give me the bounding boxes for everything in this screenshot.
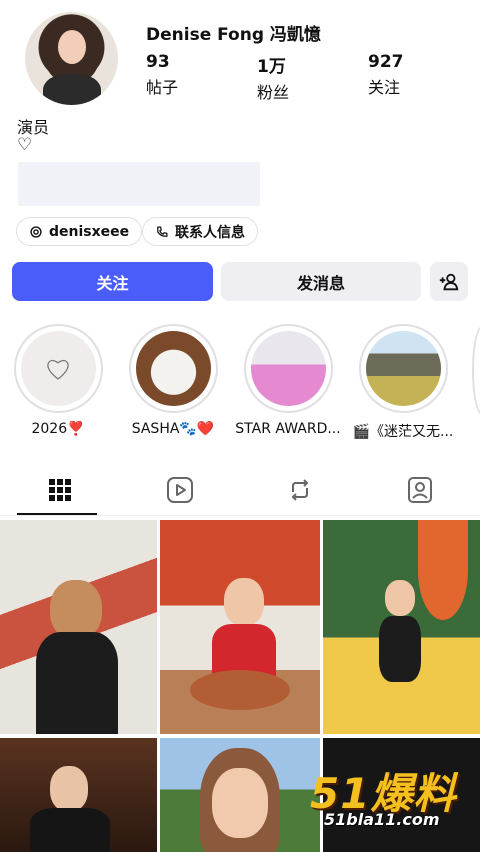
profile-name: Denise Fong 冯凱憶: [146, 25, 321, 45]
heart-outline-icon: [47, 359, 69, 380]
post-thumbnail[interactable]: [323, 520, 480, 734]
contact-info-chip[interactable]: 联系人信息: [142, 217, 258, 246]
follow-button[interactable]: 关注: [12, 262, 213, 301]
watermark-url: 51bla11.com: [324, 810, 440, 829]
contact-info-label: 联系人信息: [175, 224, 245, 241]
post-thumbnail[interactable]: [160, 738, 320, 852]
active-tab-indicator: [17, 513, 97, 515]
highlight-2[interactable]: SASHA🐾❤️: [127, 324, 219, 437]
profile-tabs: [0, 466, 480, 516]
post-thumbnail[interactable]: [160, 520, 320, 734]
highlight-label: SASHA🐾❤️: [131, 421, 215, 437]
highlight-1[interactable]: 2026❣️: [12, 324, 104, 437]
stat-followers-label: 粉丝: [257, 83, 290, 102]
tagged-icon: [408, 477, 432, 503]
tab-reels[interactable]: [120, 466, 240, 514]
post-thumbnail[interactable]: [0, 738, 157, 852]
stat-posts-count: 93: [146, 52, 170, 72]
highlight-label: 🎬《迷茫又无...: [352, 424, 454, 440]
highlight-label: STAR AWARD...: [235, 421, 341, 437]
phone-icon: [157, 225, 168, 237]
stat-following[interactable]: 927 关注: [368, 52, 404, 98]
stat-posts-label: 帖子: [146, 78, 179, 97]
profile-avatar[interactable]: [25, 12, 118, 105]
reposts-icon: [291, 479, 309, 501]
bio-heart: ♡: [17, 135, 33, 155]
threads-username: denisxeee: [49, 223, 130, 240]
stat-followers[interactable]: 1万 粉丝: [257, 52, 289, 103]
post-thumbnail[interactable]: [0, 520, 157, 734]
add-person-button[interactable]: [430, 262, 468, 301]
stat-posts[interactable]: 93 帖子: [146, 52, 178, 98]
highlight-label: 2026❣️: [31, 421, 85, 437]
stat-following-label: 关注: [368, 78, 401, 97]
tab-reposts[interactable]: [240, 466, 360, 514]
highlight-5-partial[interactable]: [472, 326, 480, 415]
grid-icon: [49, 479, 71, 501]
add-person-icon: [439, 273, 459, 290]
threads-link-chip[interactable]: denisxeee: [16, 217, 143, 246]
tab-posts[interactable]: [0, 466, 120, 514]
stat-followers-count: 1万: [257, 57, 286, 77]
watermark-logo: 51爆料 51bla11.com: [310, 760, 470, 840]
reels-icon: [167, 477, 193, 503]
stat-following-count: 927: [368, 52, 404, 72]
tab-tagged[interactable]: [360, 466, 480, 514]
message-button[interactable]: 发消息: [221, 262, 421, 301]
threads-icon: [30, 225, 42, 238]
highlight-4[interactable]: 🎬《迷茫又无...: [353, 324, 453, 441]
highlight-3[interactable]: STAR AWARD...: [235, 324, 341, 437]
blurred-bio-text: [18, 162, 260, 206]
